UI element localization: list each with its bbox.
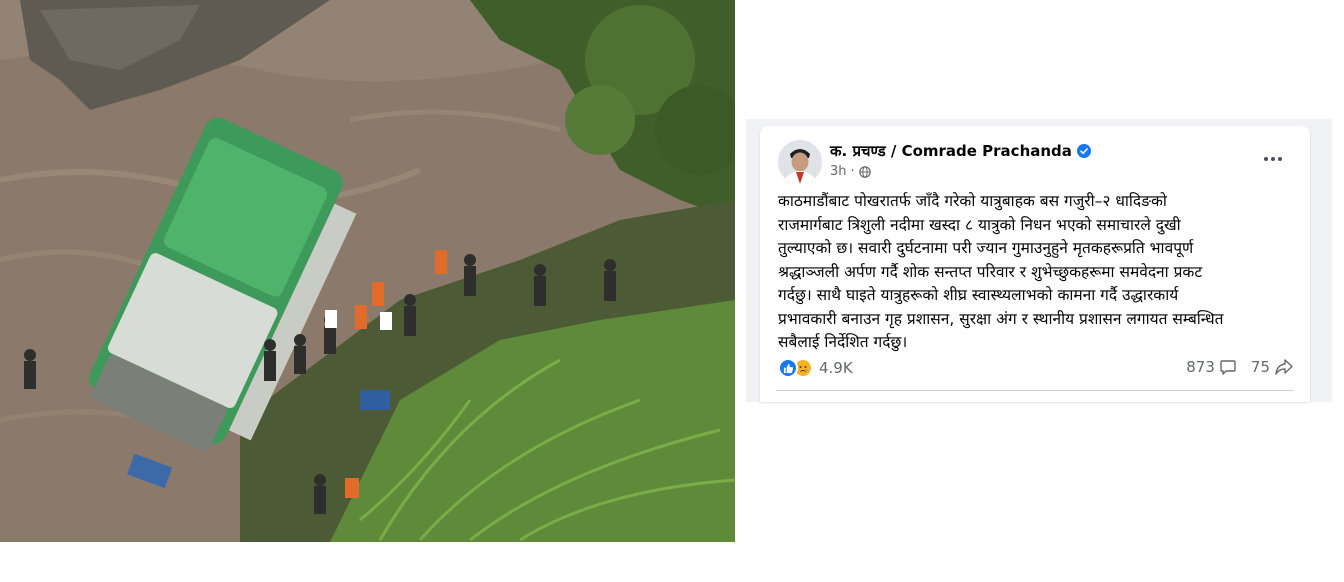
post-divider xyxy=(776,390,1294,391)
comments-count-button[interactable]: 873 xyxy=(1186,358,1237,376)
like-reaction-icon xyxy=(778,358,798,378)
reactions-summary[interactable]: 4.9K xyxy=(778,358,853,378)
post-timestamp[interactable]: 3h xyxy=(830,164,847,179)
shares-count: 75 xyxy=(1250,358,1270,376)
facebook-post: क. प्रचण्ड / Comrade Prachanda 3h · काठम… xyxy=(760,126,1310,402)
news-photo[interactable] xyxy=(0,0,735,542)
share-icon xyxy=(1275,359,1293,375)
thumbs-up-icon xyxy=(783,363,793,373)
meta-separator: · xyxy=(850,164,855,179)
more-dot-icon xyxy=(1271,157,1275,161)
author-name[interactable]: क. प्रचण्ड / Comrade Prachanda xyxy=(830,141,1091,161)
comments-count: 873 xyxy=(1186,358,1215,376)
comment-icon xyxy=(1220,360,1236,375)
verified-badge-icon xyxy=(1076,144,1091,158)
more-dot-icon xyxy=(1278,157,1282,161)
shares-count-button[interactable]: 75 xyxy=(1251,358,1294,376)
photo-bus-accident-illustration xyxy=(0,0,735,542)
profile-portrait-icon xyxy=(778,140,822,184)
post-meta: 3h · xyxy=(830,164,871,179)
sad-face-icon xyxy=(799,366,807,372)
reaction-count[interactable]: 4.9K xyxy=(819,359,853,377)
more-options-button[interactable] xyxy=(1255,148,1291,170)
more-dot-icon xyxy=(1264,157,1268,161)
author-name-text[interactable]: क. प्रचण्ड / Comrade Prachanda xyxy=(830,142,1072,160)
post-body-text: काठमाडौंबाट पोखरातर्फ जाँदै गरेको यात्रु… xyxy=(778,192,1224,351)
globe-icon[interactable] xyxy=(858,165,871,178)
engagement-stats: 873 75 xyxy=(1186,358,1294,376)
author-avatar[interactable] xyxy=(778,140,822,184)
